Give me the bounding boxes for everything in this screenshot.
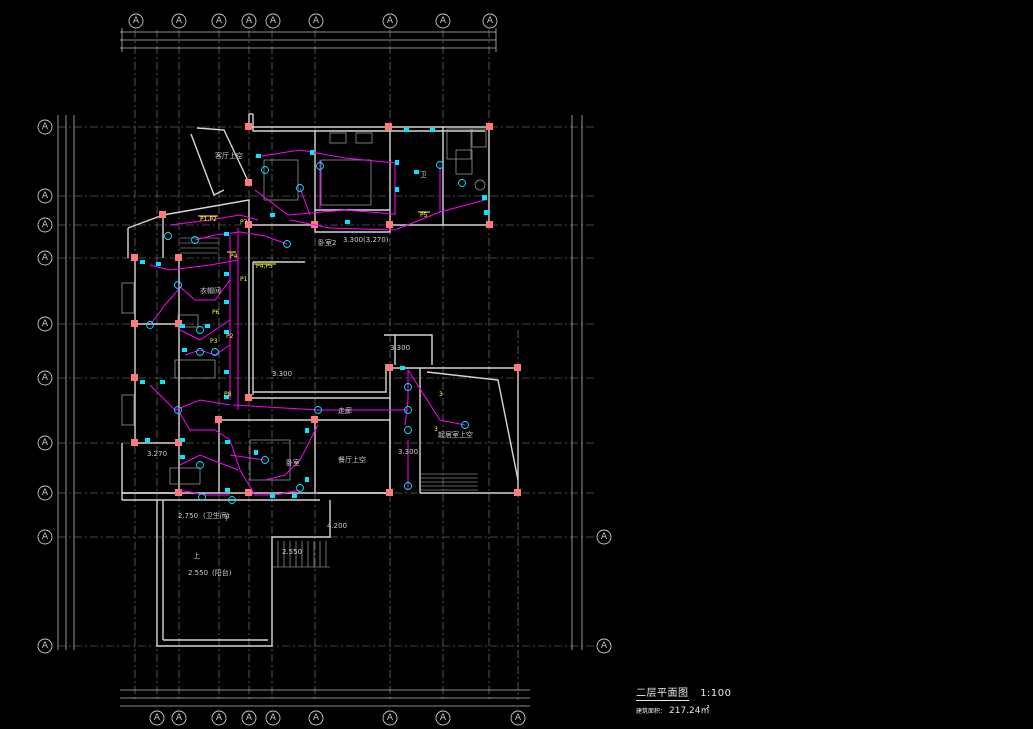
elevation-label: 3.300 — [390, 344, 410, 352]
axis-letter: A — [216, 713, 223, 723]
circuit-tag: P8 — [224, 391, 232, 398]
circuit-tag: P7 — [240, 219, 248, 226]
axis-bubble-letters: A A A A A A A A A A A A A A A A A A A A … — [42, 16, 608, 723]
drawing-title: 二层平面图 — [636, 684, 689, 701]
room-label-bedroom2: 卧室2 — [318, 238, 336, 247]
elevation-label: 2.550 — [282, 548, 302, 556]
axis-letter: A — [154, 713, 161, 723]
axis-letter: A — [133, 16, 140, 26]
area-value: 217.24㎡ — [669, 706, 710, 716]
axis-bubbles-bottom — [149, 710, 526, 726]
columns — [131, 123, 521, 496]
circuit-tag: 3 — [439, 391, 443, 398]
axis-letter: A — [601, 532, 608, 542]
room-label-corridor: 走廊 — [338, 406, 352, 415]
axis-letter: A — [42, 373, 49, 383]
axis-letter: A — [42, 319, 49, 329]
elevation-label: 3.300 — [272, 370, 292, 378]
floor-plan-drawing: A A A A A A A A A A A A A A A A A A A A … — [37, 13, 612, 726]
circuit-tag: P5 — [420, 212, 428, 219]
axis-letter: A — [440, 16, 447, 26]
elevation-note: (阳台) — [212, 568, 232, 577]
elevation-label: 2.750 — [178, 512, 198, 520]
axis-letter: A — [270, 16, 277, 26]
circuit-tag: 3 — [434, 426, 438, 433]
elevation-label: 3.270 — [147, 450, 167, 458]
circuit-tag: P1,P2 — [200, 216, 217, 223]
axis-letter: A — [42, 253, 49, 263]
axis-letter: A — [42, 532, 49, 542]
axis-letter: A — [246, 16, 253, 26]
elevation-label: 3.300(3.270) — [343, 236, 389, 244]
axis-letter: A — [42, 438, 49, 448]
drawing-scale: 1:100 — [700, 688, 732, 699]
furniture — [121, 128, 487, 485]
axis-letter: A — [176, 713, 183, 723]
axis-letter: A — [216, 16, 223, 26]
axis-letter: A — [387, 16, 394, 26]
elevation-note: (卫生间) — [203, 511, 230, 520]
circuit-tag: P6 — [212, 309, 220, 316]
axis-letter: A — [440, 713, 447, 723]
area-label: 建筑面积： — [636, 708, 667, 715]
axis-letter: A — [487, 16, 494, 26]
elevation-label: 2.550 — [188, 569, 208, 577]
axis-letter: A — [515, 713, 522, 723]
room-label-living-void: 客厅上空 — [215, 151, 243, 160]
drawing-title-line: 二层平面图 1:100 — [636, 684, 732, 701]
circuit-tag: P3 — [210, 338, 218, 345]
axis-letter: A — [246, 713, 253, 723]
axis-letter: A — [313, 713, 320, 723]
elevation-label: 3.300 — [398, 448, 418, 456]
dimension-frames — [57, 28, 583, 707]
area-line: 建筑面积： 217.24㎡ — [636, 703, 732, 716]
axis-letter: A — [42, 191, 49, 201]
axis-letter: A — [270, 713, 277, 723]
axis-letter: A — [313, 16, 320, 26]
axis-letter: A — [601, 641, 608, 651]
room-label-up: 上 — [193, 551, 200, 560]
room-label-bedroom: 卧室 — [286, 458, 300, 467]
circuit-tag: P4 — [230, 253, 238, 260]
axis-letter: A — [42, 122, 49, 132]
room-label-dining-void: 餐厅上空 — [338, 455, 366, 464]
room-label-void-right: 起居室上空 — [438, 430, 473, 439]
circuit-tag: P1 — [240, 276, 248, 283]
room-label-closet: 衣帽间 — [200, 286, 221, 295]
title-block: 二层平面图 1:100 建筑面积： 217.24㎡ — [636, 684, 732, 716]
axis-bubbles-right — [596, 529, 612, 654]
elevation-label: 4.200 — [327, 522, 347, 530]
axis-letter: A — [42, 641, 49, 651]
axis-letter: A — [42, 488, 49, 498]
axis-letter: A — [176, 16, 183, 26]
axis-letter: A — [42, 220, 49, 230]
elevation-marks: 3.300 3.300 3.270 2.750 (卫生间) 2.550 (阳台)… — [147, 236, 418, 577]
circuit-tag: P2 — [226, 333, 234, 340]
room-label-bath: 卫 — [420, 171, 427, 179]
axis-letter: A — [387, 713, 394, 723]
